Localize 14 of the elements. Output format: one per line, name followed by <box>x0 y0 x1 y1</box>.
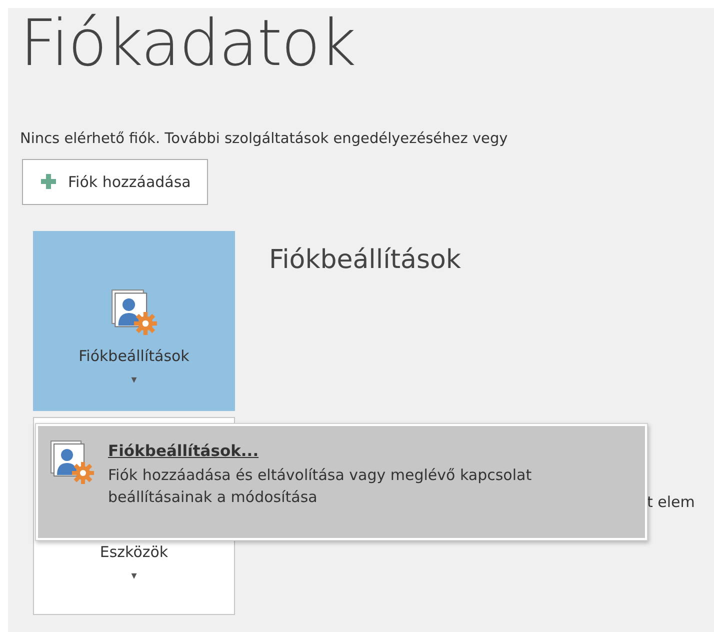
caret-icon: ▾ <box>131 372 137 388</box>
ribbon-tile-button[interactable]: Fiókbeállítások ▾ <box>33 231 235 412</box>
notice-text: Nincs elérhető fiók. További szolgáltatások engedélyezéséhez vegy <box>20 130 509 149</box>
account-settings-icon <box>50 440 94 484</box>
account-settings-icon <box>111 289 157 336</box>
caret-icon: ▾ <box>131 568 137 584</box>
section-heading: Fiókbeállítások <box>269 244 461 278</box>
page-title: Fiókadatok <box>20 8 356 83</box>
menu-item[interactable]: Fiókbeállítások... Fiók hozzáadása és eltávolítása vagy meglévő kapcsolat beállításainak a módosítása <box>38 426 645 538</box>
add-account-button[interactable]: Fiók hozzáadása <box>22 158 208 206</box>
section-description: t elem <box>647 492 695 513</box>
menu-item-description: Fiók hozzáadása és eltávolítása vagy meglévő kapcsolat beállításainak a módosítása <box>108 465 533 508</box>
menu-item-title: Fiókbeállítások... <box>108 441 260 462</box>
plus-icon <box>41 174 56 190</box>
